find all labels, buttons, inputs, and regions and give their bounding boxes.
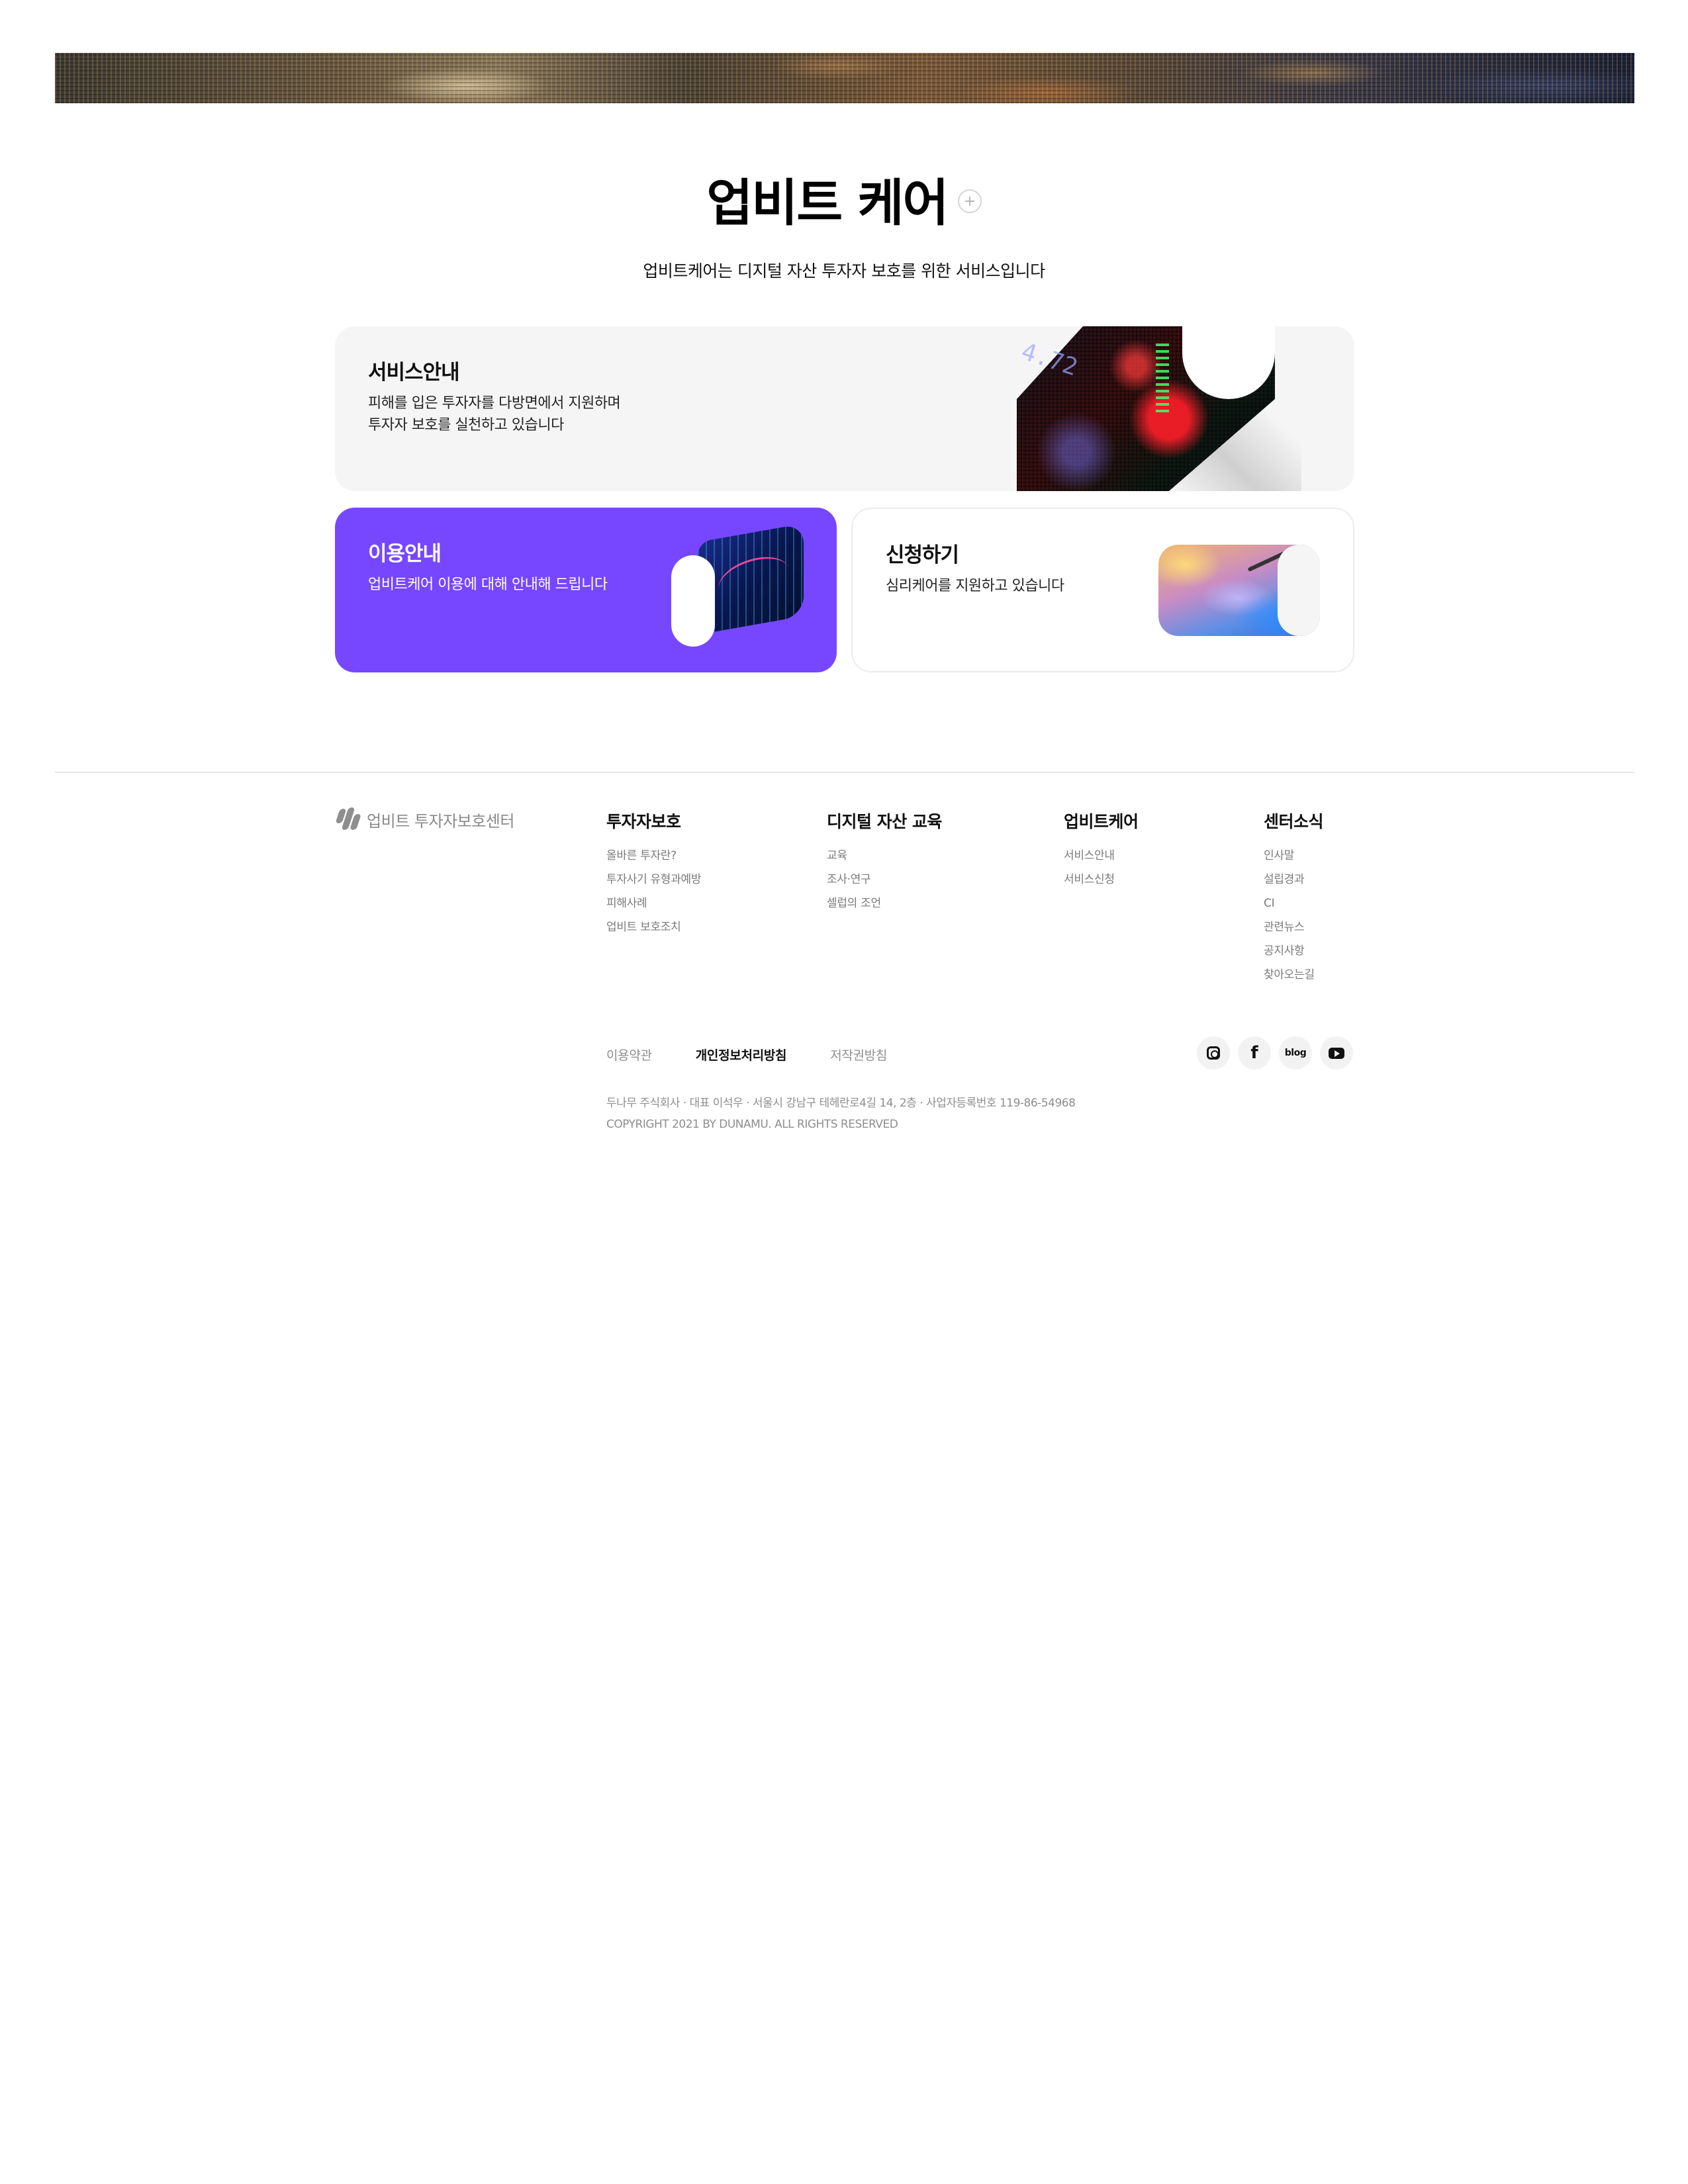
footer-divider: [55, 772, 1634, 773]
terms-link[interactable]: 이용약관: [606, 1046, 652, 1064]
footer-column-title: 업비트케어: [1064, 812, 1139, 831]
tablet-pen-image: [1158, 545, 1320, 636]
copyright-text: COPYRIGHT 2021 BY DUNAMU. ALL RIGHTS RES…: [606, 1118, 898, 1131]
footer-link[interactable]: 인사말: [1264, 847, 1323, 871]
apply-title: 신청하기: [886, 543, 959, 567]
footer-link[interactable]: 설립경과: [1264, 871, 1323, 895]
blog-icon: blog: [1284, 1048, 1307, 1058]
usage-guide-title: 이용안내: [368, 542, 442, 566]
service-info-card[interactable]: 서비스안내 피해를 입은 투자자를 다방면에서 지원하며 투자자 보호를 실천하…: [335, 326, 1354, 491]
footer-link[interactable]: 서비스안내: [1064, 847, 1139, 871]
footer-column-title: 투자자보호: [606, 812, 681, 831]
legal-links: 이용약관 개인정보처리방침 저작권방침: [606, 1046, 931, 1064]
hero-banner-image: [55, 53, 1634, 103]
footer-column-title: 디지털 자산 교육: [827, 812, 942, 831]
footer-column-education: 디지털 자산 교육 교육 조사·연구 셀럽의 조언: [827, 809, 942, 919]
footer-link[interactable]: 업비트 보호조치: [606, 919, 701, 942]
service-info-description: 피해를 입은 투자자를 다방면에서 지원하며 투자자 보호를 실천하고 있습니다: [368, 395, 621, 433]
blog-button[interactable]: blog: [1279, 1036, 1312, 1069]
footer-link[interactable]: 찾아오는길: [1264, 966, 1323, 990]
plus-icon[interactable]: [957, 189, 982, 213]
footer-link[interactable]: 셀럽의 조언: [827, 895, 942, 919]
chart-screen-image: [671, 523, 804, 647]
ticker-green-bars: [1156, 340, 1169, 412]
footer-logo[interactable]: 업비트 투자자보호센터: [335, 806, 514, 833]
youtube-icon: [1329, 1047, 1344, 1059]
footer-logo-text: 업비트 투자자보호센터: [367, 811, 514, 831]
decorative-pill: [1278, 545, 1320, 636]
footer-column-upbit-care: 업비트케어 서비스안내 서비스신청: [1064, 809, 1139, 895]
instagram-icon: [1207, 1046, 1220, 1060]
footer-link[interactable]: 조사·연구: [827, 871, 942, 895]
decorative-pill: [671, 555, 715, 647]
upbit-logo-icon: [335, 807, 361, 831]
footer-link[interactable]: 공지사항: [1264, 942, 1323, 966]
apply-description: 심리케어를 지원하고 있습니다: [886, 578, 1064, 594]
usage-guide-card[interactable]: 이용안내 업비트케어 이용에 대해 안내해 드립니다: [335, 508, 837, 672]
footer-link[interactable]: 교육: [827, 847, 942, 871]
social-links: f blog: [1197, 1036, 1353, 1069]
footer-link[interactable]: 피해사례: [606, 895, 701, 919]
usage-guide-description: 업비트케어 이용에 대해 안내해 드립니다: [368, 576, 608, 593]
youtube-button[interactable]: [1320, 1036, 1353, 1069]
service-info-title: 서비스안내: [368, 361, 460, 385]
facebook-button[interactable]: f: [1238, 1036, 1271, 1069]
facebook-icon: f: [1250, 1043, 1258, 1063]
footer-link[interactable]: 관련뉴스: [1264, 919, 1323, 942]
page-subtitle: 업비트케어는 디지털 자산 투자자 보호를 위한 서비스입니다: [643, 261, 1045, 281]
footer-link[interactable]: 올바른 투자란?: [606, 847, 701, 871]
instagram-button[interactable]: [1197, 1036, 1230, 1069]
title-row: 업비트 케어: [0, 162, 1688, 235]
footer-column-title: 센터소식: [1264, 812, 1324, 831]
copyright-policy-link[interactable]: 저작권방침: [830, 1046, 887, 1064]
footer-link[interactable]: 서비스신청: [1064, 871, 1139, 895]
footer-link[interactable]: CI: [1264, 895, 1323, 919]
footer-link[interactable]: 투자사기 유형과예방: [606, 871, 701, 895]
footer-column-investor-protection: 투자자보호 올바른 투자란? 투자사기 유형과예방 피해사례 업비트 보호조치: [606, 809, 701, 942]
company-info: 두나무 주식회사 · 대표 이석우 · 서울시 강남구 테헤란로4길 14, 2…: [606, 1097, 1076, 1110]
apply-card[interactable]: 신청하기 심리케어를 지원하고 있습니다: [851, 508, 1354, 672]
footer-column-center-news: 센터소식 인사말 설립경과 CI 관련뉴스 공지사항 찾아오는길: [1264, 809, 1324, 990]
page-title: 업비트 케어: [706, 173, 949, 232]
privacy-policy-link[interactable]: 개인정보처리방침: [696, 1046, 787, 1064]
